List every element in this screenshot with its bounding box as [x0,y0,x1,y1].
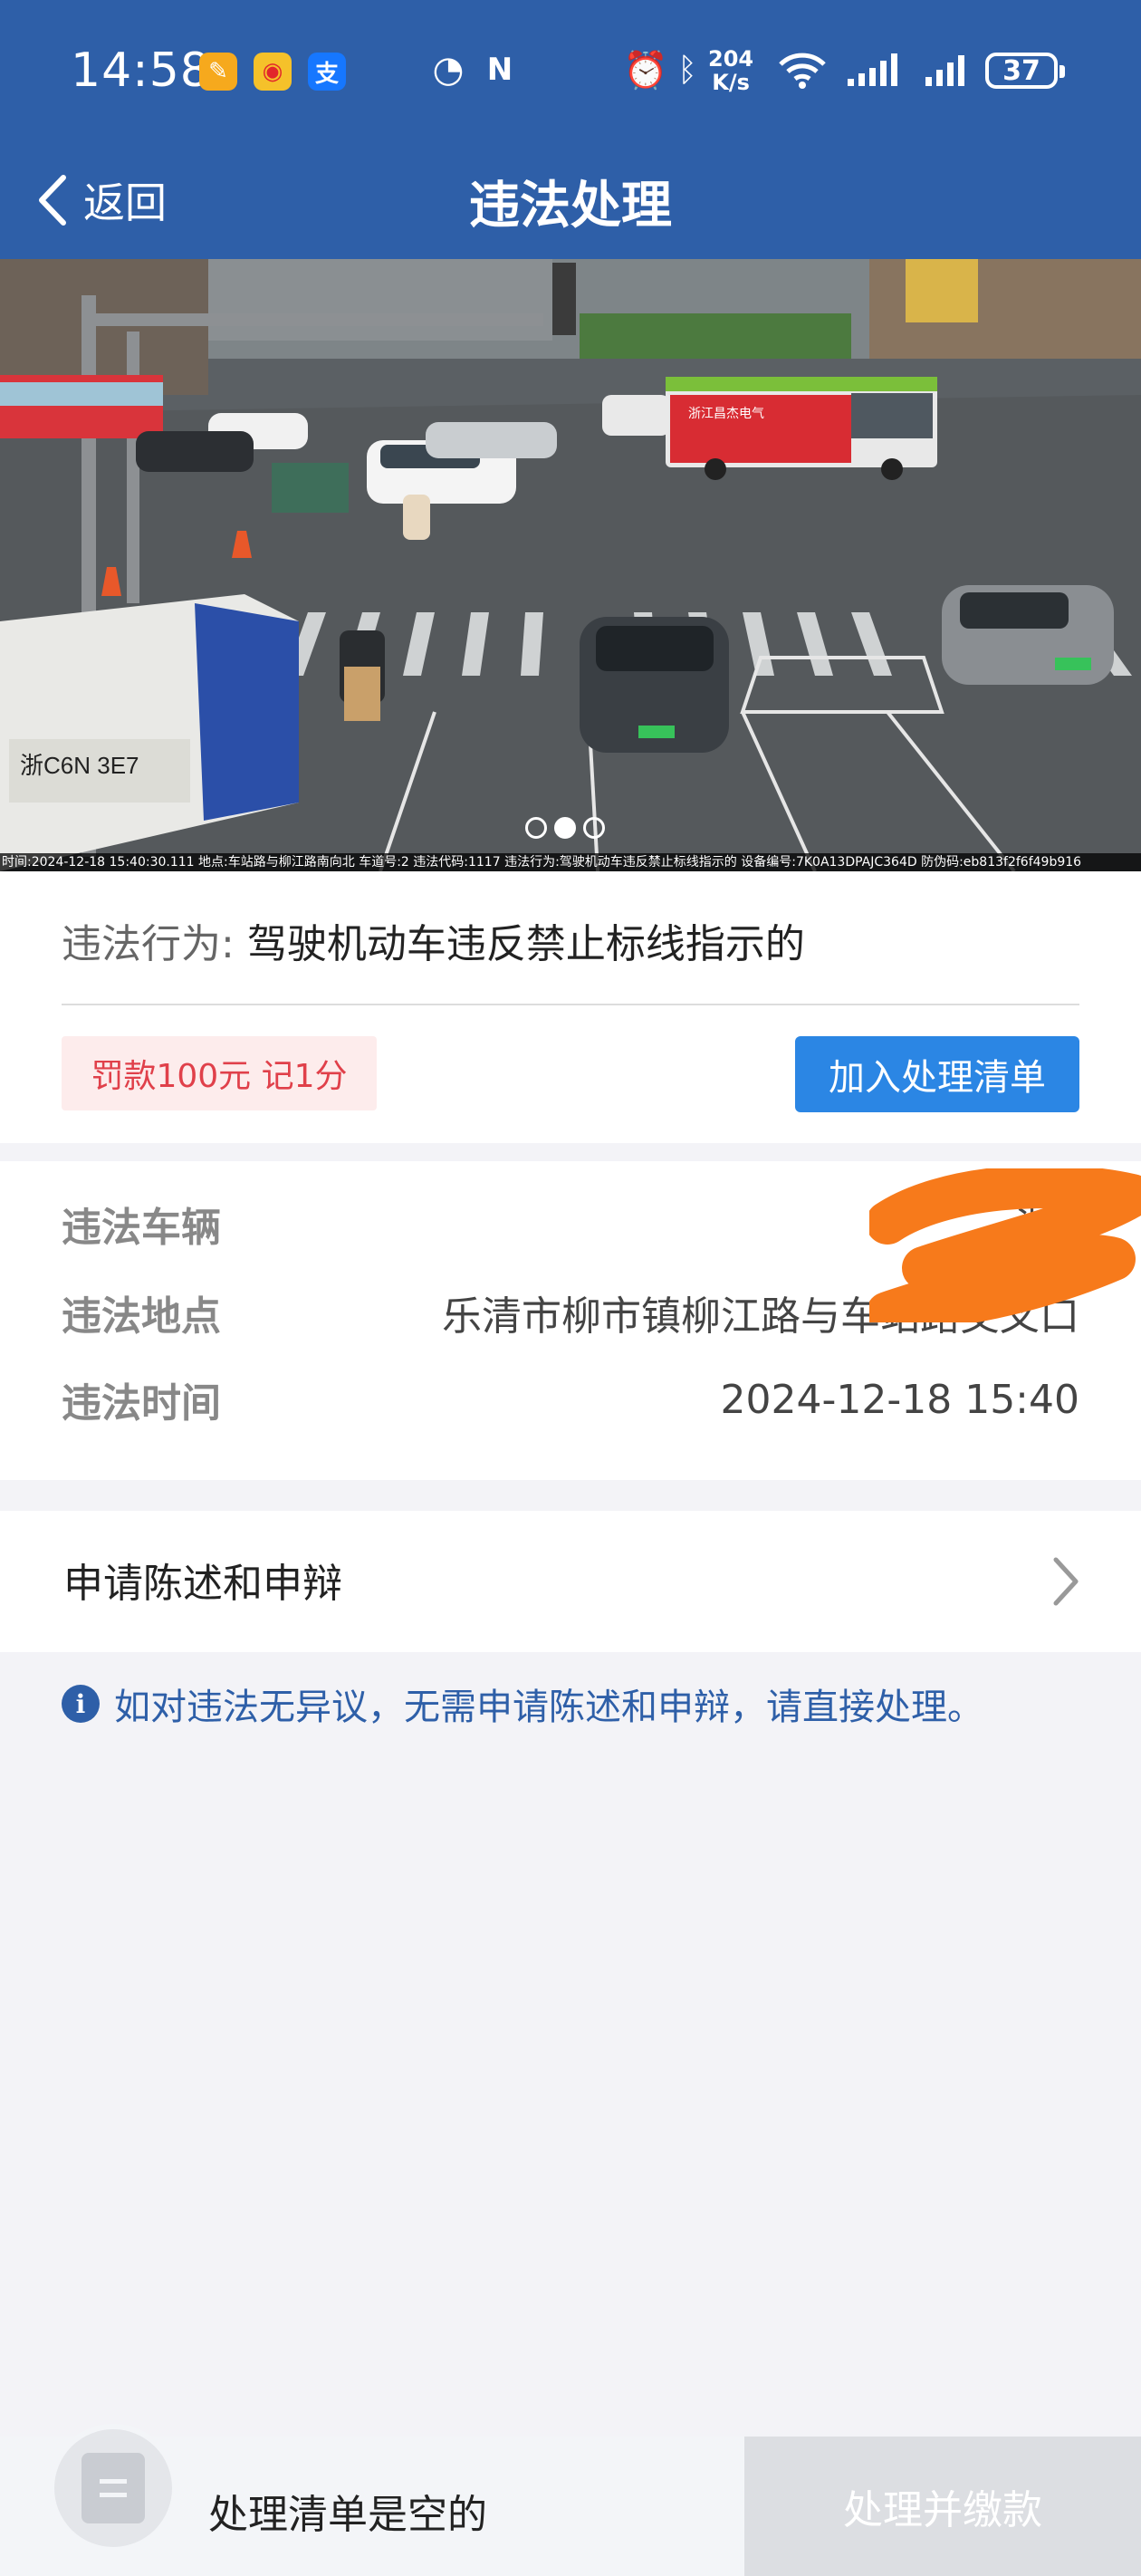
pager-dot[interactable] [583,817,605,839]
wifi-icon [777,47,828,92]
redaction-scribble [869,1168,1141,1322]
alipay-icon: 支 [308,53,346,91]
network-speed-unit: K/s [712,70,750,95]
status-time: 14:58 [71,43,211,98]
network-speed: 204 K/s [708,47,753,94]
add-to-list-button[interactable]: 加入处理清单 [795,1036,1079,1112]
time-row: 违法时间 2024-12-18 15:40 [62,1368,1079,1431]
behavior-label: 违法行为: [62,921,235,967]
vehicle-label: 违法车辆 [62,1205,221,1251]
bus-side-text: 浙江昌杰电气 [688,406,764,420]
evidence-photo-carousel[interactable]: 浙江昌杰电气 浙C6N 3E7 时间:2024-12-18 15:40:30.1… [0,259,1141,871]
speedometer-icon: ◔ [432,49,465,91]
location-label: 违法地点 [62,1293,221,1340]
battery-icon: 37 [985,53,1065,89]
fine-badge: 罚款100元 记1分 [62,1036,377,1110]
pager-dot[interactable] [525,817,547,839]
photo-caption: 时间:2024-12-18 15:40:30.111 地点:车站路与柳江路南向北… [0,853,1141,871]
notice-text: 如对违法无异议，无需申请陈述和申辩，请直接处理。 [114,1687,983,1728]
info-notice: i 如对违法无异议，无需申请陈述和申辩，请直接处理。 [62,1677,983,1730]
intersection-photo: 浙江昌杰电气 浙C6N 3E7 [0,259,1141,871]
bluetooth-icon: ᛒ [677,51,697,89]
time-value: 2024-12-18 15:40 [720,1376,1080,1423]
process-and-pay-button[interactable]: 处理并缴款 [744,2437,1141,2576]
appeal-row[interactable]: 申请陈述和申辩 [0,1511,1141,1652]
list-icon [82,2453,145,2523]
empty-list-text: 处理清单是空的 [208,2492,487,2538]
signal-icon [920,47,980,92]
truck-plate-text: 浙C6N 3E7 [20,752,139,779]
pager-dot-active[interactable] [554,817,576,839]
navigation-bar: 返回 违法处理 [0,145,1141,259]
violation-summary-card: 违法行为: 驾驶机动车违反禁止标线指示的 罚款100元 记1分 加入处理清单 [0,871,1141,1143]
info-icon: i [62,1685,100,1723]
appeal-label: 申请陈述和申辩 [63,1561,342,1607]
top-bar: 14:58 ✎ ◉ 支 ◔ N ⏰ ᛒ 204 K/s 37 返回 违法处理 [0,0,1141,259]
status-bar: 14:58 ✎ ◉ 支 ◔ N ⏰ ᛒ 204 K/s 37 [0,0,1141,145]
app-orange-icon: ✎ [199,53,237,91]
time-label: 违法时间 [62,1380,221,1427]
page-title: 违法处理 [469,177,672,235]
signal-icon [837,47,909,92]
nfc-icon: N [486,52,513,88]
chevron-right-icon [1053,1557,1079,1606]
processing-list-icon[interactable] [49,2424,177,2552]
weibo-icon: ◉ [254,53,292,91]
alarm-icon: ⏰ [623,49,668,91]
network-speed-value: 204 [708,46,754,72]
divider [62,1004,1079,1005]
behavior-value: 驾驶机动车违反禁止标线指示的 [246,921,805,967]
violation-behavior: 违法行为: 驾驶机动车违反禁止标线指示的 [62,911,805,969]
carousel-pager [525,817,605,839]
